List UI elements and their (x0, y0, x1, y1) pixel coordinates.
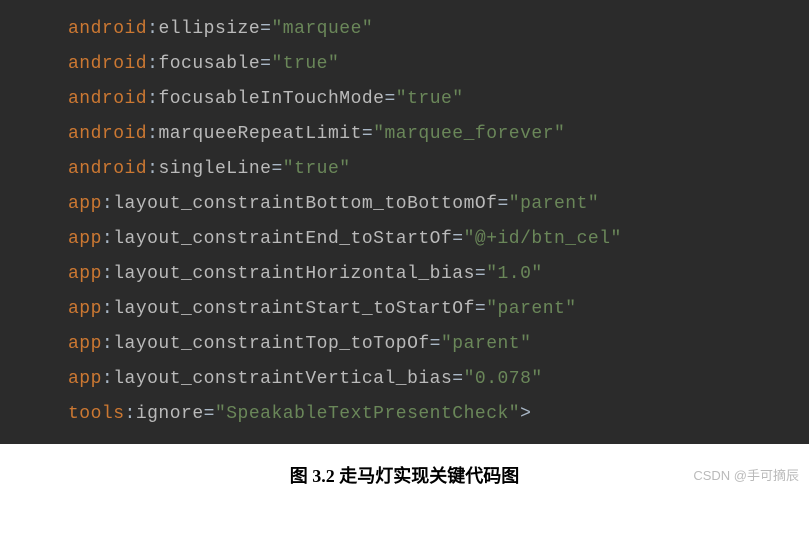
equals: = (384, 89, 395, 109)
code-line: app:layout_constraintBottom_toBottomOf="… (0, 187, 809, 222)
code-line: app:layout_constraintVertical_bias="0.07… (0, 362, 809, 397)
colon: : (102, 334, 113, 354)
code-line: app:layout_constraintEnd_toStartOf="@+id… (0, 222, 809, 257)
colon: : (125, 404, 136, 424)
attribute-value: "true" (283, 159, 351, 179)
attribute-name: layout_constraintBottom_toBottomOf (113, 194, 497, 214)
namespace: android (68, 19, 147, 39)
equals: = (430, 334, 441, 354)
equals: = (452, 229, 463, 249)
colon: : (147, 54, 158, 74)
attribute-value: "parent" (509, 194, 599, 214)
namespace: android (68, 89, 147, 109)
code-line: app:layout_constraintStart_toStartOf="pa… (0, 292, 809, 327)
attribute-value: "SpeakableTextPresentCheck" (215, 404, 520, 424)
namespace: app (68, 264, 102, 284)
colon: : (147, 159, 158, 179)
attribute-value: "marquee_forever" (373, 124, 565, 144)
attribute-name: ignore (136, 404, 204, 424)
namespace: app (68, 334, 102, 354)
attribute-name: focusable (158, 54, 260, 74)
attribute-name: layout_constraintStart_toStartOf (113, 299, 475, 319)
namespace: app (68, 194, 102, 214)
code-line: android:marqueeRepeatLimit="marquee_fore… (0, 117, 809, 152)
attribute-value: "0.078" (464, 369, 543, 389)
code-line: android:focusableInTouchMode="true" (0, 82, 809, 117)
code-block: android:ellipsize="marquee" android:focu… (0, 0, 809, 444)
figure-caption: 图 3.2 走马灯实现关键代码图 CSDN @手可摘辰 (0, 444, 809, 498)
code-line: app:layout_constraintTop_toTopOf="parent… (0, 327, 809, 362)
namespace: tools (68, 404, 125, 424)
equals: = (475, 299, 486, 319)
equals: = (271, 159, 282, 179)
colon: : (102, 369, 113, 389)
namespace: android (68, 54, 147, 74)
attribute-name: layout_constraintTop_toTopOf (113, 334, 429, 354)
attribute-value: "true" (396, 89, 464, 109)
colon: : (102, 194, 113, 214)
code-line: android:ellipsize="marquee" (0, 12, 809, 47)
equals: = (260, 54, 271, 74)
namespace: android (68, 124, 147, 144)
equals: = (452, 369, 463, 389)
attribute-value: "parent" (486, 299, 576, 319)
attribute-name: layout_constraintVertical_bias (113, 369, 452, 389)
namespace: android (68, 159, 147, 179)
attribute-value: "true" (271, 54, 339, 74)
code-line: app:layout_constraintHorizontal_bias="1.… (0, 257, 809, 292)
equals: = (260, 19, 271, 39)
colon: : (102, 264, 113, 284)
code-line: android:singleLine="true" (0, 152, 809, 187)
colon: : (147, 19, 158, 39)
attribute-value: "@+id/btn_cel" (464, 229, 622, 249)
attribute-name: layout_constraintEnd_toStartOf (113, 229, 452, 249)
namespace: app (68, 299, 102, 319)
attribute-value: "1.0" (486, 264, 543, 284)
attribute-value: "marquee" (271, 19, 373, 39)
attribute-value: "parent" (441, 334, 531, 354)
namespace: app (68, 369, 102, 389)
equals: = (362, 124, 373, 144)
attribute-name: focusableInTouchMode (158, 89, 384, 109)
line-end: > (520, 404, 531, 424)
attribute-name: layout_constraintHorizontal_bias (113, 264, 475, 284)
attribute-name: marqueeRepeatLimit (158, 124, 361, 144)
colon: : (102, 299, 113, 319)
colon: : (147, 89, 158, 109)
colon: : (102, 229, 113, 249)
caption-text: 图 3.2 走马灯实现关键代码图 (290, 466, 520, 486)
equals: = (204, 404, 215, 424)
equals: = (475, 264, 486, 284)
watermark: CSDN @手可摘辰 (693, 465, 799, 484)
code-line: android:focusable="true" (0, 47, 809, 82)
equals: = (497, 194, 508, 214)
colon: : (147, 124, 158, 144)
attribute-name: ellipsize (158, 19, 260, 39)
code-line: tools:ignore="SpeakableTextPresentCheck"… (0, 397, 809, 432)
attribute-name: singleLine (158, 159, 271, 179)
namespace: app (68, 229, 102, 249)
